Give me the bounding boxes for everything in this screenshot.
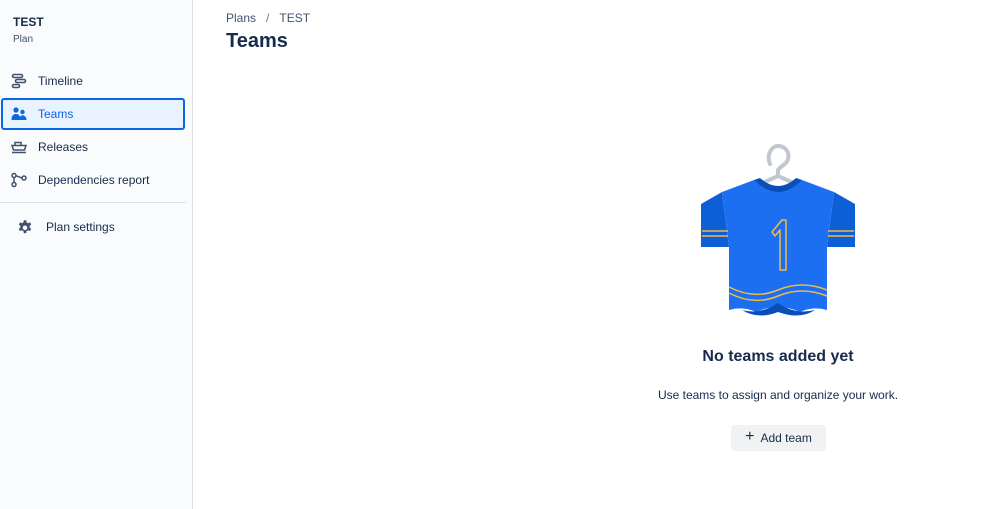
- gear-icon: [16, 218, 34, 236]
- breadcrumb-item-plans[interactable]: Plans: [226, 11, 256, 25]
- plus-icon: +: [745, 428, 755, 445]
- breadcrumb-item-test[interactable]: TEST: [279, 11, 310, 25]
- sidebar-item-plan-settings[interactable]: Plan settings: [1, 211, 185, 243]
- empty-state-description: Use teams to assign and organize your wo…: [657, 388, 899, 402]
- add-team-button[interactable]: + Add team: [731, 425, 826, 451]
- sidebar-item-label: Teams: [38, 107, 74, 121]
- sidebar-item-releases[interactable]: Releases: [1, 131, 185, 163]
- breadcrumb-separator: /: [266, 11, 270, 25]
- sidebar-item-teams[interactable]: Teams: [1, 98, 185, 130]
- sidebar-item-label: Dependencies report: [38, 173, 150, 187]
- sidebar-item-dependencies-report[interactable]: Dependencies report: [1, 164, 185, 196]
- timeline-icon: [10, 72, 28, 90]
- add-team-label: Add team: [760, 431, 812, 445]
- dependencies-icon: [10, 171, 28, 189]
- teams-icon: [10, 105, 28, 123]
- project-type: Plan: [13, 34, 34, 45]
- releases-icon: [10, 138, 28, 156]
- sidebar: TEST Plan Timeline Teams Releases Depend…: [0, 0, 193, 509]
- sidebar-item-label: Releases: [38, 140, 89, 154]
- jersey-on-hanger-illustration: [700, 140, 856, 320]
- app-root: TEST Plan Timeline Teams Releases Depend…: [0, 0, 999, 509]
- project-name: TEST: [13, 15, 44, 29]
- page-title: Teams: [226, 30, 288, 52]
- breadcrumb: Plans / TEST: [226, 11, 310, 25]
- sidebar-item-timeline[interactable]: Timeline: [1, 65, 185, 97]
- sidebar-divider: [0, 202, 186, 203]
- sidebar-item-label: Plan settings: [46, 220, 115, 234]
- sidebar-item-label: Timeline: [38, 74, 83, 88]
- empty-state-heading: No teams added yet: [702, 348, 854, 365]
